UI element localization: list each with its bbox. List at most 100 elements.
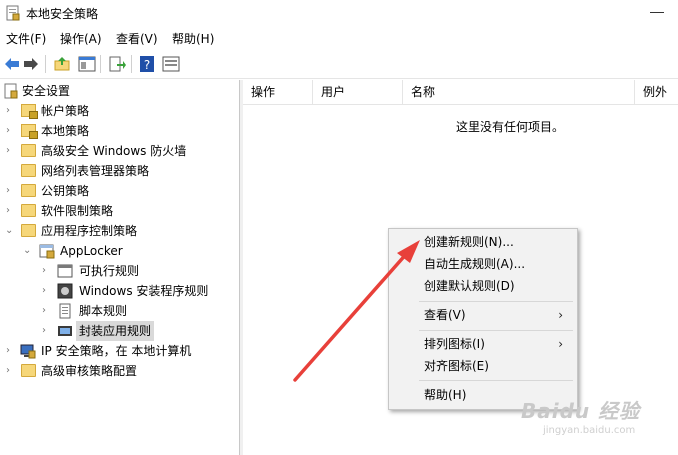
chevron-down-icon[interactable]: ⌄ — [5, 221, 15, 241]
folder-icon — [21, 184, 36, 197]
menu-separator — [419, 380, 573, 381]
tree-item-public-key[interactable]: › 公钥策略 — [0, 181, 238, 201]
installer-rules-icon — [57, 283, 73, 299]
chevron-right-icon[interactable]: › — [6, 341, 16, 361]
tree-label: 安全设置 — [22, 84, 71, 98]
tree-item-installer-rules[interactable]: › Windows 安装程序规则 — [0, 281, 238, 301]
menu-item-label: 排列图标(I) — [424, 337, 485, 351]
tree-item-network-list[interactable]: 网络列表管理器策略 — [0, 161, 238, 181]
tree-item-advanced-audit[interactable]: › 高级审核策略配置 — [0, 361, 238, 381]
chevron-right-icon[interactable]: › — [6, 101, 16, 121]
folder-lock-icon — [21, 124, 38, 139]
script-rules-icon — [59, 303, 71, 319]
chevron-right-icon[interactable]: › — [6, 181, 16, 201]
tree-label: 封装应用规则 — [76, 321, 155, 341]
export-icon[interactable] — [108, 55, 126, 73]
console-tree-icon[interactable] — [78, 55, 96, 73]
folder-lock-icon — [21, 104, 38, 119]
tree-item-ip-security[interactable]: › IP 安全策略，在 本地计算机 — [0, 341, 238, 361]
chevron-right-icon[interactable]: › — [6, 141, 16, 161]
minimize-button[interactable] — [650, 12, 664, 13]
chevron-right-icon[interactable]: › — [6, 361, 16, 381]
baidu-watermark-url: jingyan.baidu.com — [543, 425, 636, 436]
menu-item-label: 查看(V) — [424, 308, 466, 322]
back-icon[interactable] — [3, 55, 21, 73]
toolbar-separator — [45, 55, 46, 73]
menu-separator — [419, 301, 573, 302]
tree-label: AppLocker — [60, 244, 123, 258]
executable-rules-icon — [57, 264, 73, 278]
svg-text:?: ? — [144, 58, 150, 72]
properties-icon[interactable] — [162, 55, 180, 73]
toolbar-separator — [100, 55, 101, 73]
column-user[interactable]: 用户 — [313, 80, 403, 104]
chevron-right-icon[interactable]: › — [42, 321, 52, 341]
submenu-arrow-icon: › — [558, 337, 563, 351]
tree-label: 网络列表管理器策略 — [41, 164, 150, 178]
tree-label: 公钥策略 — [41, 184, 90, 198]
toolbar-separator — [131, 55, 132, 73]
menu-item-create-default-rules[interactable]: 创建默认规则(D) — [389, 275, 575, 297]
tree-item-executable-rules[interactable]: › 可执行规则 — [0, 261, 238, 281]
tree-item-applocker[interactable]: ⌄ AppLocker — [0, 241, 238, 261]
tree-label: 可执行规则 — [79, 264, 140, 278]
tree-label: 高级审核策略配置 — [41, 364, 138, 378]
menu-action[interactable]: 操作(A) — [60, 30, 102, 47]
tree-label: IP 安全策略，在 本地计算机 — [41, 344, 192, 358]
tree-item-firewall[interactable]: › 高级安全 Windows 防火墙 — [0, 141, 238, 161]
context-menu: 创建新规则(N)... 自动生成规则(A)... 创建默认规则(D) 查看(V)… — [388, 228, 578, 410]
toolbar: ? — [0, 50, 678, 79]
tree-label: Windows 安装程序规则 — [79, 284, 209, 298]
menu-item-view[interactable]: 查看(V) › — [389, 304, 575, 326]
tree-item-packaged-app-rules[interactable]: › 封装应用规则 — [0, 321, 238, 341]
chevron-right-icon[interactable]: › — [6, 201, 16, 221]
tree-label: 脚本规则 — [79, 304, 128, 318]
chevron-right-icon[interactable]: › — [6, 121, 16, 141]
baidu-watermark-logo: Baidu 经验 — [521, 399, 641, 423]
folder-icon — [21, 164, 36, 177]
folder-icon — [21, 144, 36, 157]
column-header: 操作 用户 名称 例外 — [243, 80, 678, 105]
menu-item-line-up-icons[interactable]: 对齐图标(E) — [389, 355, 575, 377]
ip-security-icon — [20, 344, 36, 359]
packaged-app-rules-icon — [58, 326, 72, 336]
tree-item-script-rules[interactable]: › 脚本规则 — [0, 301, 238, 321]
column-action[interactable]: 操作 — [243, 80, 313, 104]
menu-file[interactable]: 文件(F) — [6, 30, 46, 47]
tree-label: 帐户策略 — [41, 104, 90, 118]
up-folder-icon[interactable] — [53, 55, 71, 73]
tree-root[interactable]: 安全设置 — [0, 81, 238, 101]
menu-item-create-new-rule[interactable]: 创建新规则(N)... — [389, 231, 575, 253]
folder-icon — [21, 224, 36, 237]
chevron-right-icon[interactable]: › — [42, 261, 52, 281]
security-settings-icon — [4, 83, 18, 99]
menu-item-arrange-icons[interactable]: 排列图标(I) › — [389, 333, 575, 355]
menu-bar: 文件(F) 操作(A) 查看(V) 帮助(H) — [0, 26, 678, 50]
menu-item-auto-generate-rules[interactable]: 自动生成规则(A)... — [389, 253, 575, 275]
tree-label: 软件限制策略 — [41, 204, 114, 218]
console-tree: 安全设置 › 帐户策略 › 本地策略 › 高级安全 Windows 防火墙 网络… — [0, 80, 240, 455]
column-exceptions[interactable]: 例外 — [635, 80, 678, 104]
chevron-down-icon[interactable]: ⌄ — [23, 241, 33, 261]
menu-view[interactable]: 查看(V) — [116, 30, 158, 47]
chevron-right-icon[interactable]: › — [42, 281, 52, 301]
folder-icon — [21, 204, 36, 217]
chevron-right-icon[interactable]: › — [42, 301, 52, 321]
security-policy-icon — [6, 5, 20, 21]
tree-label: 本地策略 — [41, 124, 90, 138]
title-bar: 本地安全策略 — [0, 0, 678, 26]
folder-icon — [21, 364, 36, 377]
forward-icon[interactable] — [22, 55, 40, 73]
tree-item-software-restriction[interactable]: › 软件限制策略 — [0, 201, 238, 221]
tree-label: 应用程序控制策略 — [41, 224, 138, 238]
tree-item-account-policies[interactable]: › 帐户策略 — [0, 101, 238, 121]
tree-label: 高级安全 Windows 防火墙 — [41, 144, 187, 158]
window-title: 本地安全策略 — [26, 7, 99, 21]
tree-item-app-control[interactable]: ⌄ 应用程序控制策略 — [0, 221, 238, 241]
submenu-arrow-icon: › — [558, 308, 563, 322]
menu-help[interactable]: 帮助(H) — [172, 30, 214, 47]
column-name[interactable]: 名称 — [403, 80, 635, 104]
help-icon[interactable]: ? — [138, 55, 156, 73]
applocker-icon — [39, 244, 55, 259]
tree-item-local-policies[interactable]: › 本地策略 — [0, 121, 238, 141]
